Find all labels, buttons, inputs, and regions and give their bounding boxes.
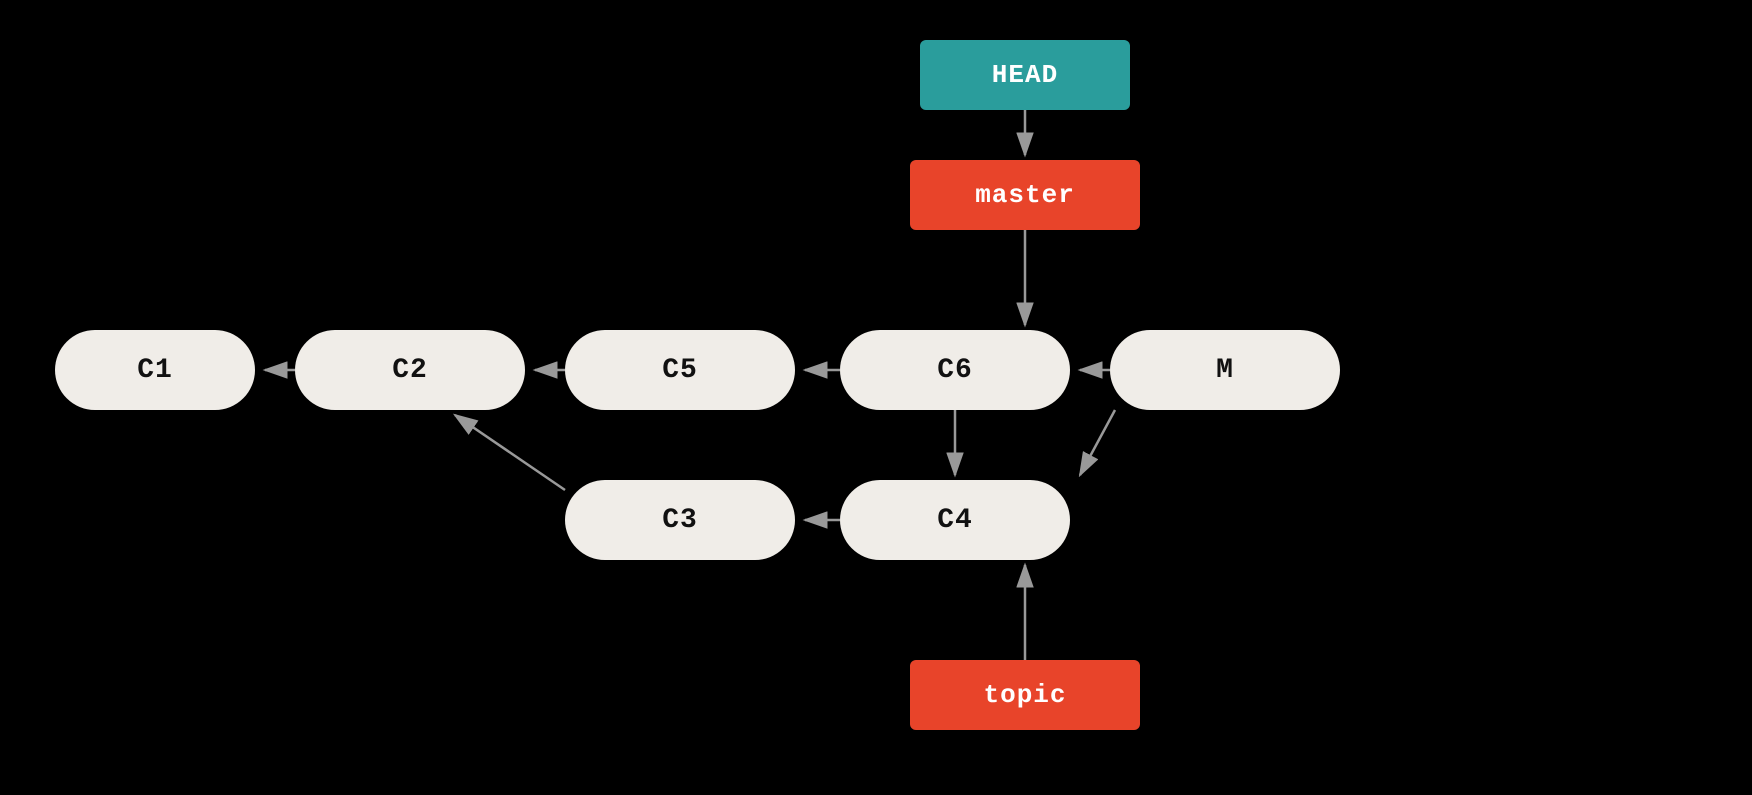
- commit-node-c2: C2: [295, 330, 525, 410]
- git-graph-diagram: C1 C2 C5 C6 M C3 C4 HEAD master topic: [0, 0, 1752, 795]
- commit-node-c6: C6: [840, 330, 1070, 410]
- topic-label: topic: [910, 660, 1140, 730]
- head-label: HEAD: [920, 40, 1130, 110]
- commit-node-m: M: [1110, 330, 1340, 410]
- arrow-c3-c2: [455, 415, 565, 490]
- commit-node-c3: C3: [565, 480, 795, 560]
- commit-node-c4: C4: [840, 480, 1070, 560]
- commit-node-c5: C5: [565, 330, 795, 410]
- arrow-m-c4: [1080, 410, 1115, 475]
- commit-node-c1: C1: [55, 330, 255, 410]
- master-label: master: [910, 160, 1140, 230]
